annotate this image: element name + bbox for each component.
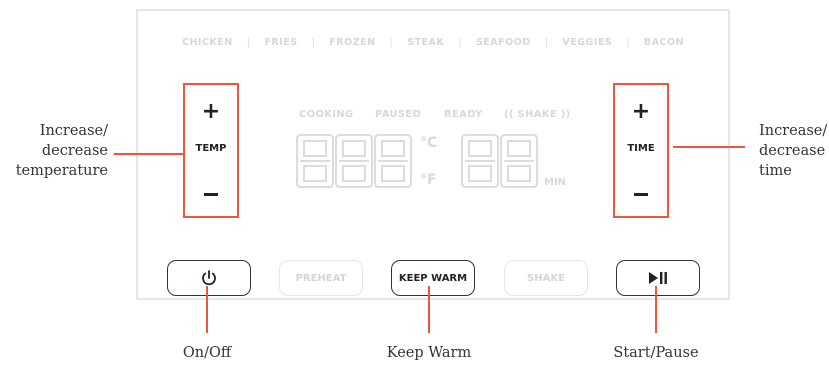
segment-digit <box>296 134 334 188</box>
fahrenheit-unit: °F <box>420 172 437 188</box>
power-callout: On/Off <box>182 345 232 361</box>
temp-callout-line3: temperature <box>15 163 108 179</box>
keep-warm-button[interactable]: KEEP WARM <box>391 260 475 296</box>
power-callout-line <box>206 286 208 333</box>
preheat-button[interactable]: PREHEAT <box>279 260 363 296</box>
time-callout-line2: decrease <box>759 143 826 159</box>
segment-display <box>296 134 538 188</box>
time-callout: Increase/ decrease time <box>759 121 829 181</box>
temp-callout-line2: decrease <box>41 143 108 159</box>
time-callout-line1: Increase/ <box>759 123 828 139</box>
shake-button[interactable]: SHAKE <box>504 260 588 296</box>
play-pause-icon <box>649 272 667 284</box>
power-button[interactable] <box>167 260 251 296</box>
start-pause-callout: Start/Pause <box>613 345 699 361</box>
time-callout-line3: time <box>759 163 792 179</box>
start-pause-callout-line <box>655 286 657 333</box>
start-pause-button[interactable] <box>616 260 700 296</box>
keep-warm-callout: Keep Warm <box>386 345 472 361</box>
temp-callout-line <box>114 153 184 155</box>
celsius-unit: °C <box>420 135 438 151</box>
temp-callout: Increase/ decrease temperature <box>0 121 108 181</box>
segment-digit <box>335 134 373 188</box>
keep-warm-callout-line <box>428 286 430 333</box>
segment-digit <box>500 134 538 188</box>
temp-callout-line1: Increase/ <box>39 123 108 139</box>
minutes-unit: MIN <box>544 177 567 188</box>
segment-digit <box>374 134 412 188</box>
segment-digit <box>461 134 499 188</box>
power-icon <box>202 270 216 286</box>
time-callout-line <box>673 146 745 148</box>
control-panel: CHICKEN | FRIES | FROZEN | STEAK | SEAFO… <box>136 9 730 300</box>
